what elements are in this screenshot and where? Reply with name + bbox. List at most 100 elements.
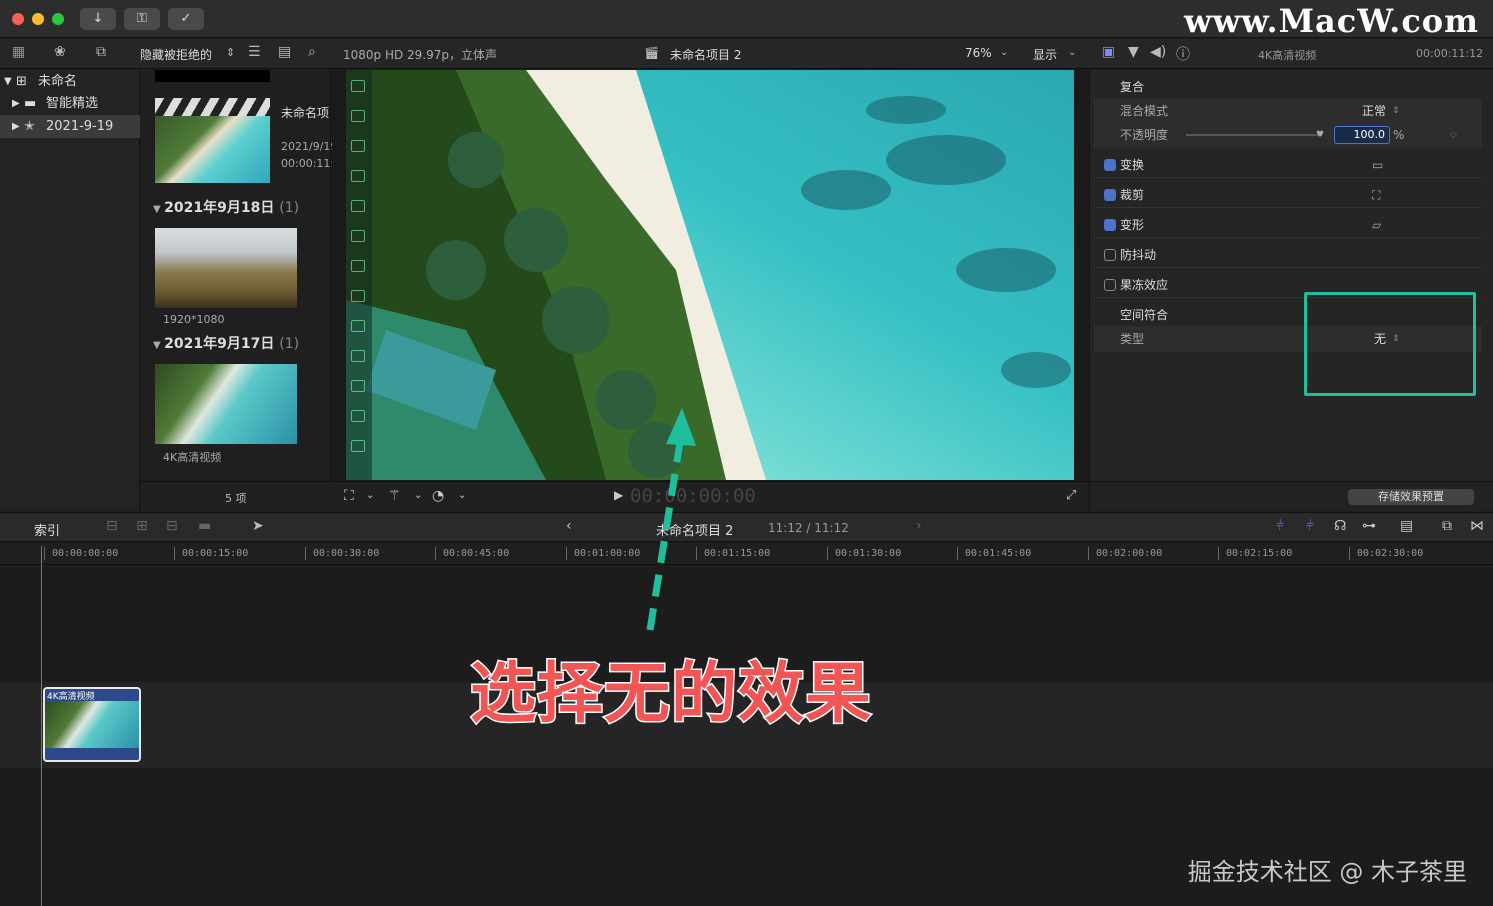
color-inspector-icon[interactable]: ▼ xyxy=(1128,44,1139,60)
timeline-ruler[interactable]: 00:00:00:00 00:00:15:00 00:00:30:00 00:0… xyxy=(0,543,1493,565)
speed-gauge-icon[interactable]: ◔ xyxy=(432,488,444,504)
minimize-window-button[interactable] xyxy=(32,13,44,25)
transitions-browser-icon[interactable]: ⋈ xyxy=(1470,518,1484,534)
frame-box xyxy=(351,290,365,302)
timeline-duration: 11:12 / 11:12 xyxy=(768,521,849,535)
back-arrow-icon[interactable]: ‹ xyxy=(566,518,572,534)
chevron-down-icon: ⌄ xyxy=(1068,47,1077,58)
playhead[interactable] xyxy=(41,546,42,906)
disclosure-closed-icon[interactable]: ▶ xyxy=(12,92,20,115)
libraries-sidebar: ▼ ⊞ 未命名 ▶ ▬ 智能精选 ▶ ✭ 2021-9-19 xyxy=(0,70,140,511)
slider-knob-icon[interactable]: ♥ xyxy=(1316,122,1324,148)
zoom-dropdown[interactable]: 76% xyxy=(965,46,992,60)
distort-row[interactable]: 变形 ▱ xyxy=(1094,212,1482,238)
media-browser: 未命名项 2021/9/19 00:00:11: ▼ 2021年9月18日 (1… xyxy=(141,70,337,511)
headphones-icon[interactable]: ☊ xyxy=(1334,518,1346,534)
section-label: 复合 xyxy=(1120,80,1145,94)
close-window-button[interactable] xyxy=(12,13,24,25)
disclosure-open-icon[interactable]: ▼ xyxy=(4,70,12,93)
event-date-header[interactable]: ▼ 2021年9月18日 (1) xyxy=(153,197,299,217)
item-count: 5 项 xyxy=(225,492,247,505)
photos-icon[interactable]: ❀ xyxy=(54,44,66,60)
library-icon[interactable]: ▦ xyxy=(12,44,25,60)
insert-clip-icon[interactable]: ⊞ xyxy=(136,518,148,534)
search-icon[interactable]: ⌕ xyxy=(308,44,316,60)
distort-onscreen-icon[interactable]: ▱ xyxy=(1372,212,1381,238)
ruler-tick xyxy=(44,547,45,560)
project-thumbnail[interactable] xyxy=(155,98,270,183)
disclosure-closed-icon[interactable]: ▶ xyxy=(12,115,20,138)
beach-clip-thumbnail[interactable] xyxy=(155,364,297,444)
keyframe-icon[interactable]: ◇ xyxy=(1450,122,1457,148)
crop-onscreen-icon[interactable]: ⛶ xyxy=(1372,182,1380,208)
opacity-field[interactable]: 100.0 xyxy=(1334,126,1390,144)
opacity-slider[interactable] xyxy=(1186,134,1322,136)
background-tasks-button[interactable]: ✓ xyxy=(168,8,204,30)
blend-mode-label: 混合模式 xyxy=(1120,104,1169,118)
project-title: 未命名项 xyxy=(281,106,330,120)
skimming-icon[interactable]: ⫩ xyxy=(1306,518,1314,534)
crop-checkbox[interactable] xyxy=(1104,189,1116,201)
clip-appearance-icon[interactable]: ▤ xyxy=(1400,518,1413,534)
connect-clip-icon[interactable]: ⊟ xyxy=(106,518,118,534)
inspector-timecode: 00:00:11:12 xyxy=(1416,47,1484,60)
snapping-icon[interactable]: ⊶ xyxy=(1362,518,1376,534)
frame-box xyxy=(351,110,365,122)
info-inspector-icon[interactable]: ⓘ xyxy=(1176,44,1190,64)
append-clip-icon[interactable]: ⊟ xyxy=(166,518,178,534)
folder-icon: ▬ xyxy=(24,96,37,111)
audio-skimming-icon[interactable]: ⫩ xyxy=(1276,518,1284,534)
sidebar-item-event[interactable]: ▶ ✭ 2021-9-19 xyxy=(0,115,140,138)
mountain-clip-thumbnail[interactable] xyxy=(155,228,297,308)
import-button[interactable]: ↓ xyxy=(80,8,116,30)
sidebar-item-label: 智能精选 xyxy=(46,96,99,111)
save-preset-button[interactable]: 存储效果预置 xyxy=(1348,489,1474,505)
highlight-box xyxy=(1304,292,1476,396)
spatial-type-label: 类型 xyxy=(1120,332,1145,346)
inspector-footer: 存储效果预置 xyxy=(1090,481,1493,511)
chevron-down-icon[interactable]: ⌄ xyxy=(366,490,374,501)
transform-onscreen-icon[interactable]: ▭ xyxy=(1372,152,1383,178)
overwrite-clip-icon[interactable]: ▬ xyxy=(198,518,211,534)
titles-icon[interactable]: ⧉ xyxy=(96,44,106,60)
crop-row[interactable]: 裁剪 ⛶ xyxy=(1094,182,1482,208)
rolling-shutter-checkbox[interactable] xyxy=(1104,279,1116,291)
title-bar: ↓ ⚿ ✓ www.MacW.com xyxy=(0,0,1493,40)
ruler-label: 00:00:00:00 xyxy=(52,548,119,559)
transform-checkbox[interactable] xyxy=(1104,159,1116,171)
filmstrip-view-icon[interactable]: ▤ xyxy=(278,44,291,60)
ruler-tick xyxy=(435,547,436,560)
index-button[interactable]: 索引 xyxy=(34,520,60,539)
transform-row[interactable]: 变换 ▭ xyxy=(1094,152,1482,178)
filter-dropdown[interactable]: 隐藏被拒绝的 xyxy=(140,46,212,63)
select-tool-icon[interactable]: ➤ xyxy=(252,518,264,534)
zoom-window-button[interactable] xyxy=(52,13,64,25)
audio-inspector-icon[interactable]: ◀) xyxy=(1150,44,1166,60)
timeline-clip[interactable]: 4K高清视频 xyxy=(43,687,141,762)
effects-browser-icon[interactable]: ⧉ xyxy=(1442,518,1452,534)
chevron-down-icon[interactable]: ⌄ xyxy=(458,490,466,501)
sidebar-item-library[interactable]: ▼ ⊞ 未命名 xyxy=(0,70,140,93)
video-inspector-icon[interactable]: ▣ xyxy=(1102,44,1115,60)
format-label: 1080p HD 29.97p，立体声 xyxy=(343,48,498,62)
distort-checkbox[interactable] xyxy=(1104,219,1116,231)
forward-arrow-icon[interactable]: › xyxy=(916,518,922,534)
magic-wand-icon[interactable]: ⚚ xyxy=(388,488,401,504)
list-view-icon[interactable]: ☰ xyxy=(248,44,261,60)
frame-box xyxy=(351,380,365,392)
keyword-button[interactable]: ⚿ xyxy=(124,8,160,30)
stabilization-row[interactable]: 防抖动 xyxy=(1094,242,1482,268)
frame-filmstrip xyxy=(346,70,372,480)
event-date-header[interactable]: ▼ 2021年9月17日 (1) xyxy=(153,333,299,353)
clip-thumbnail[interactable] xyxy=(155,70,270,82)
stabilization-checkbox[interactable] xyxy=(1104,249,1116,261)
chevron-down-icon[interactable]: ⌄ xyxy=(414,490,422,501)
fullscreen-icon[interactable]: ⤢ xyxy=(1066,488,1076,503)
display-dropdown[interactable]: 显示 xyxy=(1033,46,1057,63)
transform-tool-icon[interactable]: ⛶ xyxy=(344,488,354,504)
blend-mode-select[interactable]: 正常 xyxy=(1362,98,1386,124)
frame-box xyxy=(351,410,365,422)
sidebar-item-smart-collection[interactable]: ▶ ▬ 智能精选 xyxy=(0,92,140,115)
credit-text: 掘金技术社区 @ 木子茶里 xyxy=(1187,858,1467,886)
section-composite: 复合 xyxy=(1094,74,1482,100)
